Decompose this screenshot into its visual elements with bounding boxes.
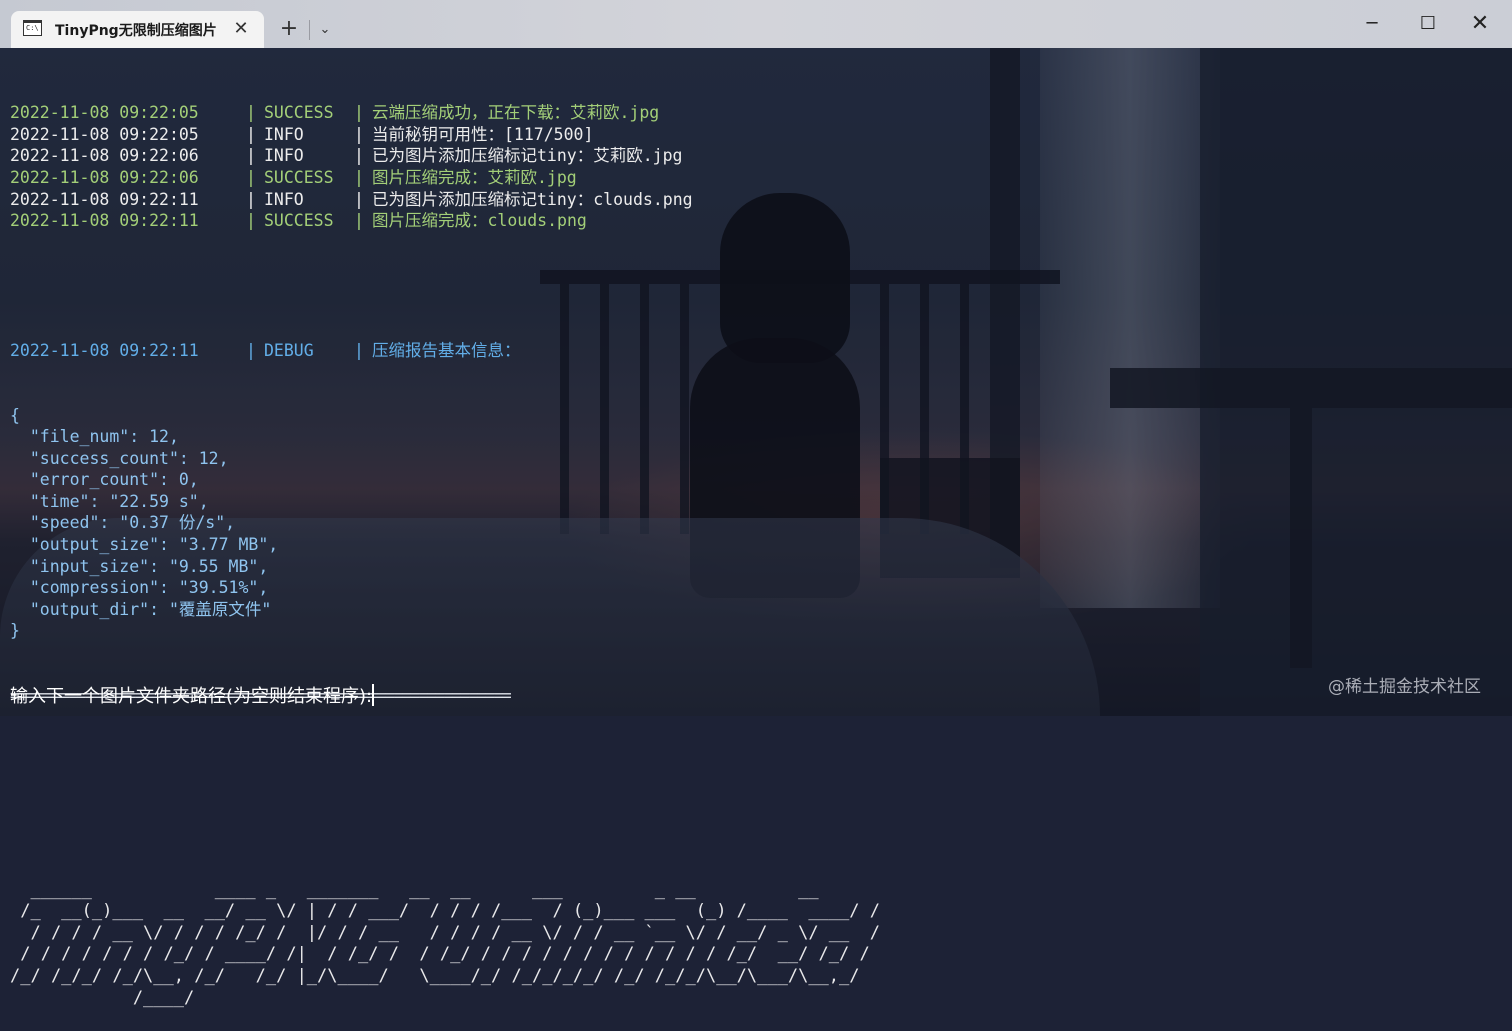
log-separator: | (354, 340, 364, 360)
ascii-banner: ______ ____ _ _______ __ __ ___ _ __ __ … (10, 880, 1490, 1010)
title-bar: C:\ TinyPng无限制压缩图片 ✕ + ⌄ ─ ☐ ✕ (0, 0, 1512, 48)
log-level: SUCCESS (264, 103, 334, 123)
log-message: 当前秘钥可用性：[117/500] (372, 124, 594, 144)
log-separator: | (354, 211, 364, 231)
new-tab-button[interactable]: + (276, 16, 302, 42)
log-separator: | (246, 211, 256, 231)
report-line: "output_size": "3.77 MB", (10, 535, 279, 555)
debug-log-line: 2022-11-08 09:22:11 | DEBUG | 压缩报告基本信息： (10, 340, 1490, 362)
log-separator: | (354, 146, 364, 166)
log-message: 已为图片添加压缩标记tiny：艾莉欧.jpg (372, 146, 683, 166)
log-level: INFO (264, 146, 304, 166)
log-separator: | (246, 146, 256, 166)
report-line: { (10, 405, 20, 425)
log-separator: | (354, 167, 364, 187)
minimize-button[interactable]: ─ (1340, 0, 1404, 48)
text-cursor (372, 684, 375, 706)
log-lines: 2022-11-08 09:22:05 | SUCCESS | 云端压缩成功，正在下载：… (10, 102, 1490, 232)
log-message: 压缩报告基本信息： (372, 340, 521, 360)
log-level: INFO (264, 124, 304, 144)
report-line: } (10, 621, 20, 641)
log-level: SUCCESS (264, 211, 334, 231)
log-separator: | (354, 189, 364, 209)
log-line: 2022-11-08 09:22:05 | SUCCESS | 云端压缩成功，正在下载：… (10, 102, 1490, 124)
log-separator: | (354, 103, 364, 123)
log-timestamp: 2022-11-08 09:22:05 (10, 103, 199, 123)
banner-line: / / / / __ \/ / / / /_/ / |/ / / __ / / … (10, 922, 880, 943)
log-timestamp: 2022-11-08 09:22:06 (10, 167, 199, 187)
chevron-down-icon[interactable]: ⌄ (314, 17, 336, 43)
report-line: "speed": "0.37 份/s", (10, 513, 236, 533)
report-line: "output_dir": "覆盖原文件" (10, 599, 272, 619)
log-message: 图片压缩完成：clouds.png (372, 211, 587, 231)
terminal-output[interactable]: 2022-11-08 09:22:05 | SUCCESS | 云端压缩成功，正在下载：… (10, 59, 1490, 1031)
input-prompt[interactable]: 输入下一个图片文件夹路径(为空则结束程序): (10, 682, 375, 708)
banner-line: / / / / / / / /_/ / ____/ /| / /_/ / / /… (10, 944, 870, 965)
banner-line: /____/ (10, 987, 195, 1008)
log-level: INFO (264, 189, 304, 209)
banner-line: /_ __(_)___ __ __/ __ \/ | / / ___/ / / … (10, 901, 880, 922)
compression-report: { "file_num": 12, "success_count": 12, "… (10, 405, 1490, 643)
terminal-icon: C:\ (23, 20, 42, 36)
log-timestamp: 2022-11-08 09:22:11 (10, 340, 199, 360)
log-separator: | (246, 167, 256, 187)
log-line: 2022-11-08 09:22:06 | SUCCESS | 图片压缩完成：艾莉欧.j… (10, 167, 1490, 189)
log-timestamp: 2022-11-08 09:22:05 (10, 124, 199, 144)
report-line: "time": "22.59 s", (10, 491, 209, 511)
log-message: 已为图片添加压缩标记tiny：clouds.png (372, 189, 693, 209)
log-separator: | (246, 189, 256, 209)
log-level: SUCCESS (264, 167, 334, 187)
tab-divider (309, 20, 310, 40)
report-line: "error_count": 0, (10, 470, 199, 490)
log-message: 云端压缩成功，正在下载：艾莉欧.jpg (372, 103, 660, 123)
log-timestamp: 2022-11-08 09:22:06 (10, 146, 199, 166)
report-line: "success_count": 12, (10, 448, 229, 468)
log-line: 2022-11-08 09:22:06 | INFO | 已为图片添加压缩标记tiny：… (10, 145, 1490, 167)
report-line: "file_num": 12, (10, 427, 179, 447)
watermark: @稀土掘金技术社区 (1328, 677, 1481, 697)
log-line: 2022-11-08 09:22:11 | SUCCESS | 图片压缩完成：cloud… (10, 210, 1490, 232)
log-separator: | (354, 124, 364, 144)
log-timestamp: 2022-11-08 09:22:11 (10, 189, 199, 209)
log-separator: | (246, 103, 256, 123)
banner-line: ______ ____ _ _______ __ __ ___ _ __ __ (10, 879, 819, 900)
report-line: "input_size": "9.55 MB", (10, 556, 269, 576)
log-message: 图片压缩完成：艾莉欧.jpg (372, 167, 577, 187)
prompt-text: 输入下一个图片文件夹路径(为空则结束程序): (10, 686, 373, 707)
log-separator: | (246, 340, 256, 360)
tab-title: TinyPng无限制压缩图片 (55, 23, 217, 39)
log-separator: | (246, 124, 256, 144)
banner-line: /_/ /_/_/ /_/\__, /_/ /_/ |_/\____/ \___… (10, 965, 860, 986)
close-window-button[interactable]: ✕ (1448, 0, 1512, 48)
close-tab-icon[interactable]: ✕ (229, 17, 253, 41)
terminal-tab[interactable]: C:\ TinyPng无限制压缩图片 ✕ (11, 11, 264, 48)
log-line: 2022-11-08 09:22:11 | INFO | 已为图片添加压缩标记tiny：… (10, 189, 1490, 211)
report-line: "compression": "39.51%", (10, 578, 269, 598)
log-timestamp: 2022-11-08 09:22:11 (10, 211, 199, 231)
log-level: DEBUG (264, 340, 314, 360)
log-line: 2022-11-08 09:22:05 | INFO | 当前秘钥可用性：[117/50… (10, 124, 1490, 146)
